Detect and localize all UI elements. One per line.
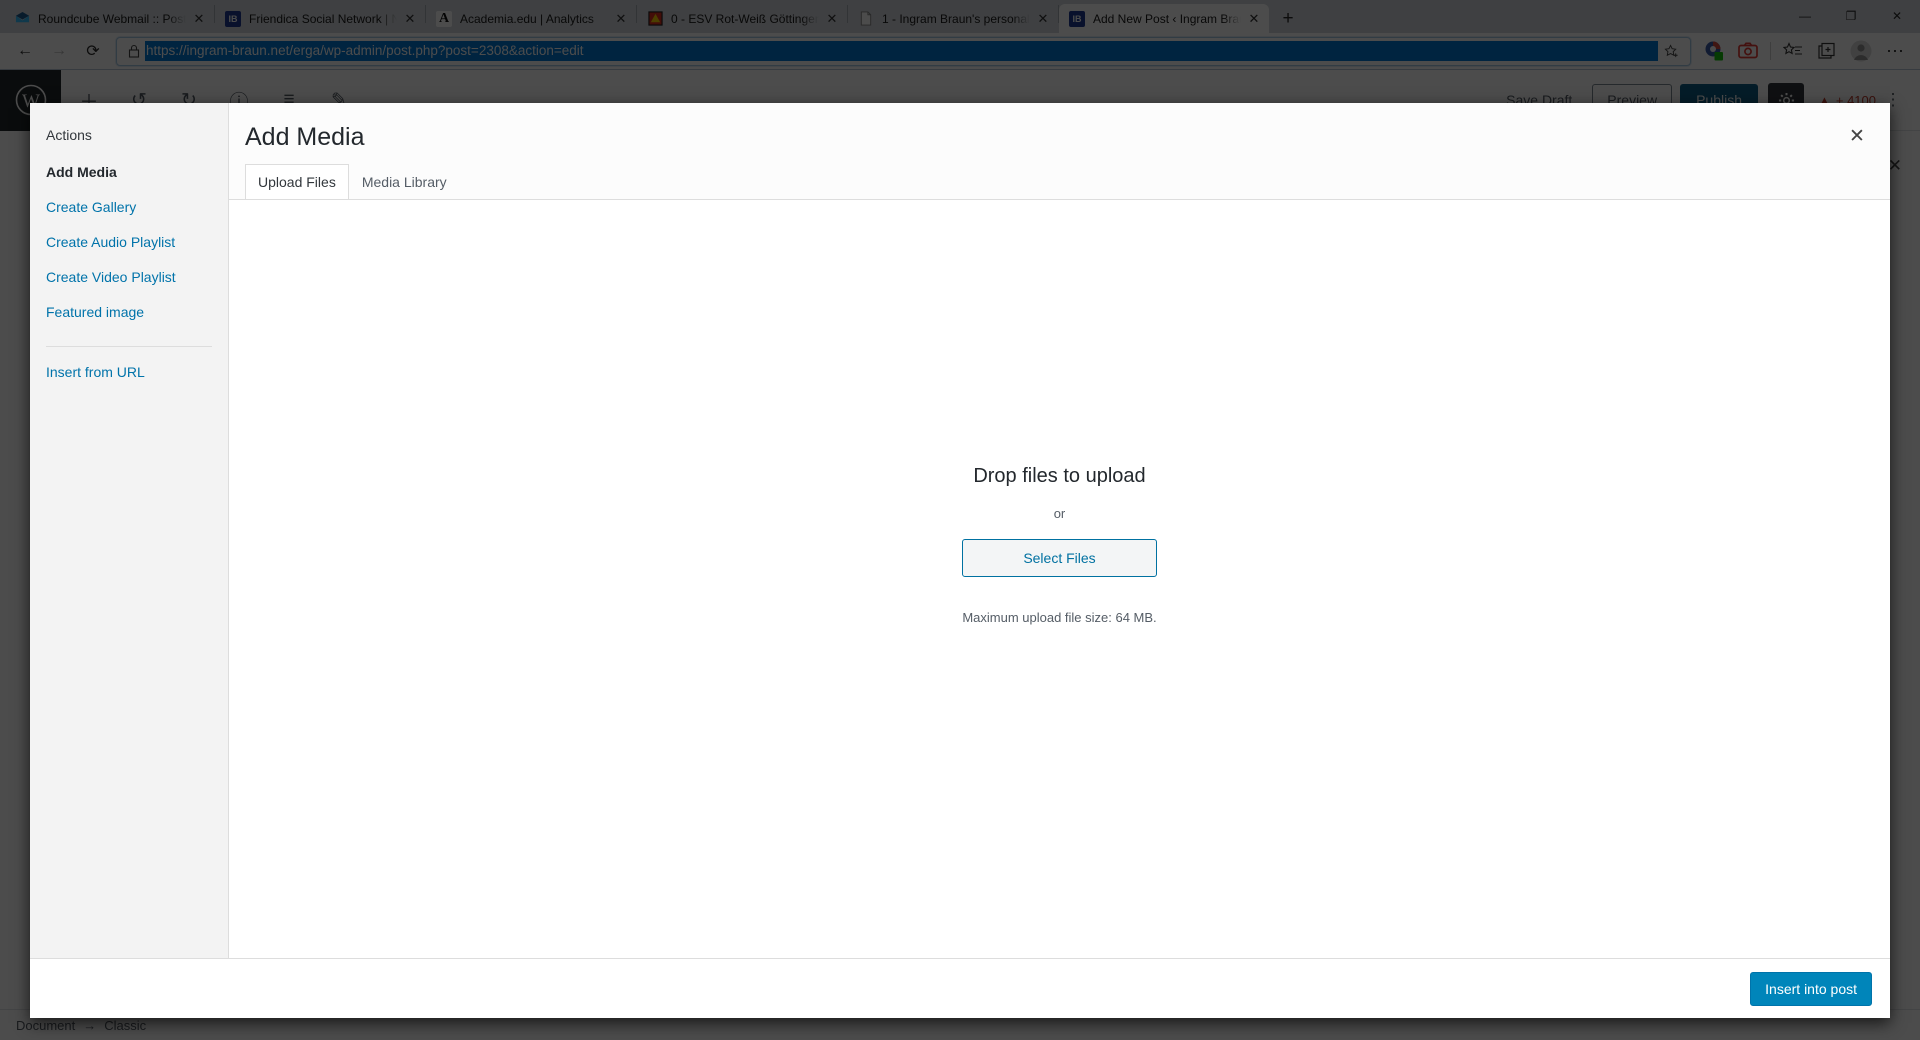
sidebar-item-featured-image[interactable]: Featured image [46, 295, 228, 330]
sidebar-item-add-media[interactable]: Add Media [46, 155, 228, 190]
modal-sidebar: Actions Add Media Create Gallery Create … [30, 103, 229, 958]
sidebar-item-insert-from-url[interactable]: Insert from URL [46, 355, 228, 390]
drop-files-heading: Drop files to upload [973, 465, 1146, 487]
modal-header: Add Media Upload Files Media Library [229, 103, 1890, 200]
insert-into-post-button[interactable]: Insert into post [1750, 971, 1872, 1006]
modal-tab-list: Upload Files Media Library [245, 163, 1890, 200]
modal-footer-toolbar: Insert into post [30, 958, 1890, 1018]
select-files-button[interactable]: Select Files [962, 539, 1157, 577]
max-upload-size-text: Maximum upload file size: 64 MB. [962, 610, 1157, 625]
modal-body: Actions Add Media Create Gallery Create … [30, 103, 1890, 958]
page-title: Add Media [245, 123, 365, 151]
add-media-modal: ✕ Actions Add Media Create Gallery Creat… [30, 103, 1890, 1018]
close-icon[interactable]: ✕ [1836, 115, 1878, 157]
sidebar-item-create-audio-playlist[interactable]: Create Audio Playlist [46, 225, 228, 260]
browser-window: Roundcube Webmail :: Posteinga ✕ IB Frie… [0, 0, 1920, 1040]
file-drop-zone[interactable]: Drop files to upload or Select Files Max… [229, 199, 1890, 958]
sidebar-item-create-video-playlist[interactable]: Create Video Playlist [46, 260, 228, 295]
tab-media-library[interactable]: Media Library [349, 164, 460, 200]
sidebar-item-create-gallery[interactable]: Create Gallery [46, 190, 228, 225]
or-label: or [1053, 506, 1066, 521]
tab-upload-files[interactable]: Upload Files [245, 164, 349, 200]
sidebar-heading: Actions [46, 127, 92, 143]
modal-content: Add Media Upload Files Media Library Dro… [229, 103, 1890, 958]
drop-zone-content: Drop files to upload or Select Files Max… [962, 461, 1157, 627]
sidebar-divider [46, 346, 212, 347]
